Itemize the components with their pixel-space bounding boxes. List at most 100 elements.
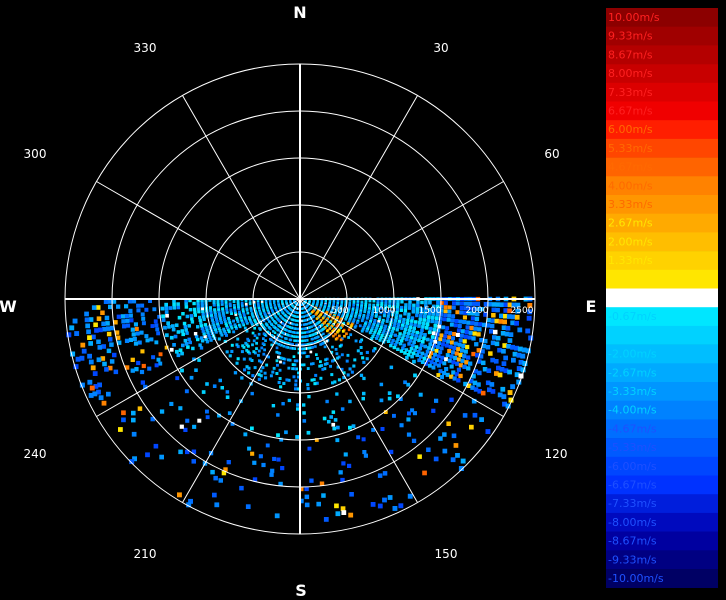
echo-gate (336, 356, 339, 360)
echo-gate (246, 337, 250, 341)
echo-gate (159, 409, 165, 414)
east-label: E (586, 297, 597, 316)
echo-gate (289, 346, 292, 350)
echo-gate (145, 338, 150, 343)
echo-gate (503, 302, 509, 307)
echo-gate (427, 330, 432, 335)
echo-gate (488, 351, 493, 356)
colorbar-label: -10.00m/s (608, 572, 664, 585)
echo-gate (240, 301, 244, 305)
echo-gate (88, 393, 94, 398)
colorbar-label: 4.67m/s (608, 161, 653, 174)
echo-gate (255, 341, 258, 345)
echo-gate (434, 316, 439, 321)
echo-gate (137, 406, 143, 411)
echo-gate (87, 379, 93, 385)
echo-gate (81, 348, 87, 354)
echo-gate (104, 315, 110, 321)
echo-gate (134, 326, 139, 331)
echo-gate (453, 443, 459, 448)
echo-gate (444, 357, 449, 362)
echo-gate (226, 460, 231, 465)
echo-gate (403, 351, 407, 355)
echo-gate (403, 312, 407, 316)
echo-gate (404, 327, 408, 331)
echo-gate (151, 355, 156, 360)
echo-gate (501, 361, 507, 366)
echo-gate (131, 431, 137, 437)
echo-gate (494, 341, 500, 347)
echo-gate (486, 368, 492, 373)
echo-gate (407, 328, 412, 333)
echo-gate (181, 332, 185, 337)
echo-gate (197, 358, 201, 362)
colorbar-label: 6.67m/s (608, 105, 653, 118)
echo-gate (438, 350, 443, 355)
south-label: S (295, 581, 307, 600)
echo-gate (507, 390, 513, 395)
echo-gate (282, 381, 286, 385)
echo-gate (442, 317, 447, 322)
echo-gate (294, 323, 297, 326)
echo-gate (94, 328, 99, 333)
echo-gate (451, 360, 456, 365)
echo-gate (353, 358, 357, 362)
echo-gate (316, 501, 321, 507)
echo-gate (451, 350, 456, 355)
echo-gate (261, 342, 265, 345)
echo-gate (250, 451, 255, 456)
echo-gate (420, 351, 425, 356)
echo-gate (269, 472, 274, 477)
echo-gate (428, 326, 433, 331)
echo-gate (349, 492, 354, 497)
echo-gate (332, 426, 337, 431)
echo-gate (95, 305, 101, 310)
echo-gate (314, 345, 317, 348)
echo-gate (140, 312, 145, 317)
echo-gate (314, 373, 318, 377)
echo-gate (462, 364, 467, 369)
echo-gate (378, 338, 382, 342)
azimuth-label-30: 30 (433, 41, 448, 55)
echo-gate (129, 318, 134, 323)
echo-gate (128, 337, 133, 342)
echo-gate (87, 353, 92, 359)
echo-gate (419, 331, 423, 336)
echo-gate (329, 364, 332, 368)
echo-gate (426, 318, 430, 323)
echo-gate (247, 371, 251, 375)
echo-gate (456, 347, 461, 352)
echo-gate (141, 321, 146, 326)
echo-gate (452, 301, 456, 306)
echo-gate (251, 343, 254, 347)
echo-gate (416, 350, 421, 354)
echo-gate (396, 347, 400, 351)
echo-gate (362, 360, 366, 364)
echo-gate (447, 309, 452, 314)
echo-gate (443, 334, 448, 339)
echo-gate (416, 300, 420, 304)
echo-gate (245, 504, 251, 509)
echo-gate (233, 323, 237, 327)
echo-gate (101, 400, 107, 406)
echo-gate (235, 316, 239, 320)
echo-gate (113, 369, 119, 375)
echo-gate (404, 337, 409, 342)
echo-gate (458, 363, 463, 368)
echo-gate (445, 353, 450, 358)
echo-gate (462, 315, 467, 320)
echo-gate (395, 328, 399, 332)
echo-gate (457, 342, 462, 347)
echo-gate (196, 304, 200, 308)
echo-gate (336, 425, 340, 430)
echo-gate (406, 382, 411, 387)
echo-gate (494, 359, 499, 364)
echo-gate (359, 351, 363, 355)
echo-gate (217, 337, 221, 341)
echo-gate (398, 503, 404, 509)
echo-gate (445, 372, 450, 377)
echo-gate (363, 310, 367, 314)
echo-gate (417, 320, 422, 325)
colorbar-label: -5.33m/s (608, 441, 657, 454)
echo-gate (257, 353, 260, 357)
